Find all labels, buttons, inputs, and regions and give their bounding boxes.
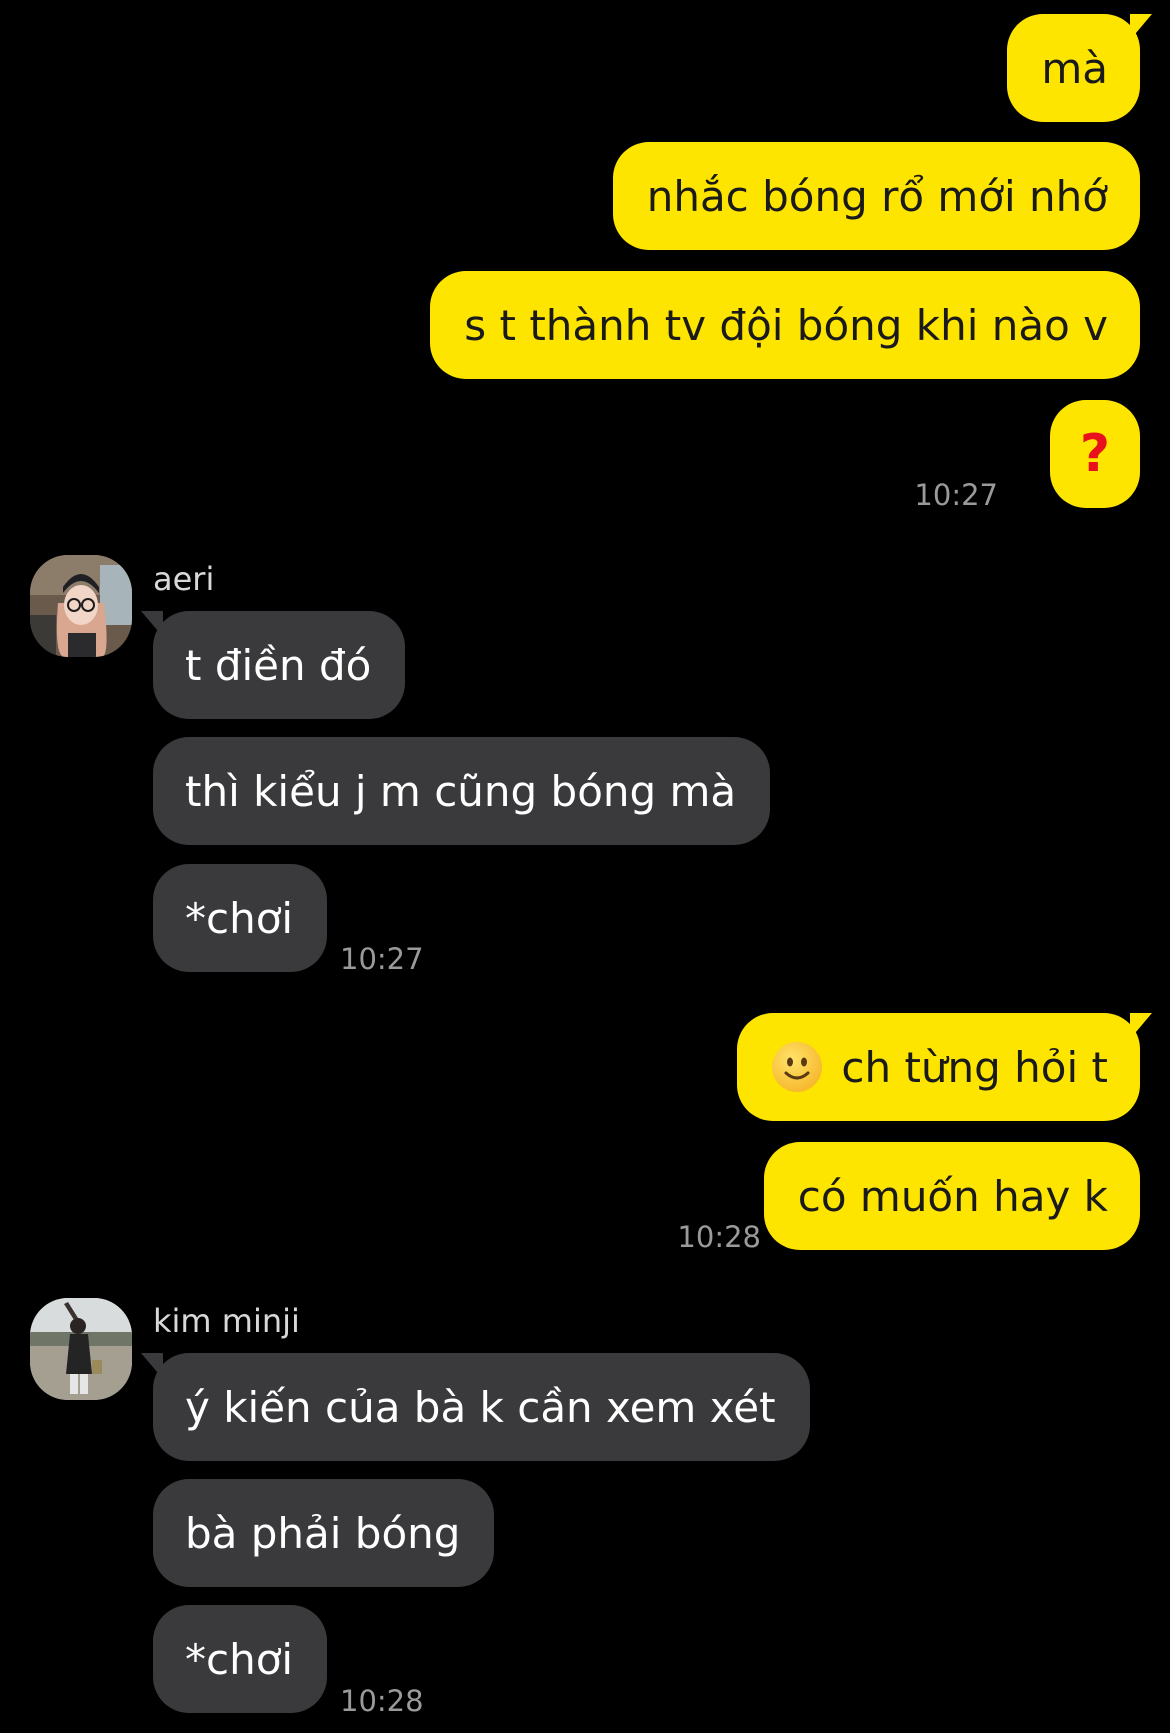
- outgoing-message[interactable]: s t thành tv đội bóng khi nào v: [430, 271, 1140, 379]
- bubble-tail: [141, 1353, 163, 1379]
- incoming-message[interactable]: ý kiến của bà k cần xem xét: [153, 1353, 810, 1461]
- message-timestamp: 10:27: [340, 942, 424, 976]
- outgoing-message[interactable]: có muốn hay k: [763, 1142, 1140, 1250]
- question-mark-emoji: ?: [1079, 424, 1110, 484]
- message-text: có muốn hay k: [797, 1171, 1108, 1221]
- avatar[interactable]: [30, 1298, 132, 1400]
- outgoing-message[interactable]: mà: [1007, 14, 1140, 122]
- incoming-message[interactable]: t điền đó: [153, 611, 406, 719]
- sender-name: kim minji: [153, 1302, 300, 1340]
- sender-name: aeri: [153, 560, 215, 598]
- avatar-photo-kim-minji: [30, 1298, 132, 1400]
- message-text: s t thành tv đội bóng khi nào v: [464, 300, 1108, 350]
- bubble-tail: [1130, 14, 1152, 40]
- message-timestamp: 10:28: [340, 1684, 424, 1718]
- bubble-tail: [1130, 1013, 1152, 1039]
- outgoing-message[interactable]: nhắc bóng rổ mới nhớ: [612, 142, 1140, 250]
- message-text: ý kiến của bà k cần xem xét: [185, 1382, 776, 1432]
- message-timestamp: 10:27: [914, 478, 998, 512]
- incoming-message[interactable]: thì kiểu j m cũng bóng mà: [153, 737, 771, 845]
- bubble-tail: [141, 611, 163, 637]
- message-text: thì kiểu j m cũng bóng mà: [185, 766, 737, 816]
- outgoing-message[interactable]: ch từng hỏi t: [737, 1013, 1140, 1121]
- avatar-photo-aeri: [30, 555, 132, 657]
- message-timestamp: 10:28: [677, 1220, 761, 1254]
- message-text: t điền đó: [185, 640, 372, 690]
- incoming-message[interactable]: *chơi: [153, 864, 328, 972]
- outgoing-message[interactable]: ?: [1049, 400, 1140, 508]
- slightly-smiling-face-emoji: [771, 1041, 823, 1093]
- incoming-message[interactable]: *chơi: [153, 1605, 328, 1713]
- message-text: *chơi: [185, 1634, 294, 1684]
- message-text: ch từng hỏi t: [841, 1042, 1108, 1092]
- avatar[interactable]: [30, 555, 132, 657]
- message-text: *chơi: [185, 893, 294, 943]
- message-text: nhắc bóng rổ mới nhớ: [646, 171, 1108, 221]
- incoming-message[interactable]: bà phải bóng: [153, 1479, 495, 1587]
- message-text: mà: [1041, 43, 1108, 93]
- message-text: bà phải bóng: [185, 1508, 461, 1558]
